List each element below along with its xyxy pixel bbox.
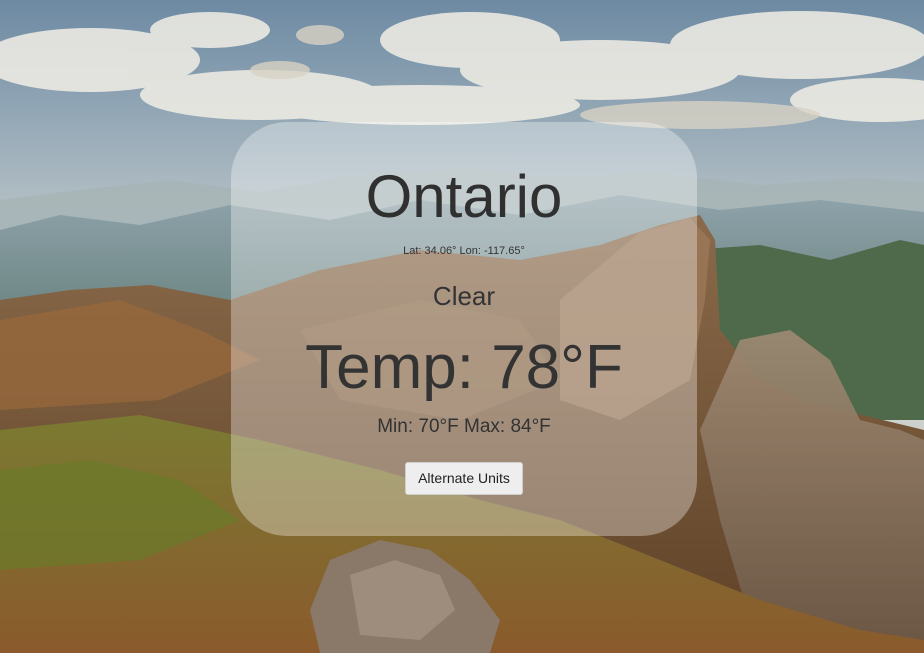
current-temperature: Temp: 78°F	[305, 333, 623, 402]
min-max-temperature: Min: 70°F Max: 84°F	[377, 416, 551, 437]
coordinates: Lat: 34.06° Lon: -117.65°	[403, 245, 525, 257]
city-name: Ontario	[365, 163, 563, 230]
alternate-units-button[interactable]: Alternate Units	[405, 462, 523, 495]
weather-condition: Clear	[432, 281, 496, 311]
weather-card: Ontario Lat: 34.06° Lon: -117.65° Clear …	[231, 122, 697, 536]
